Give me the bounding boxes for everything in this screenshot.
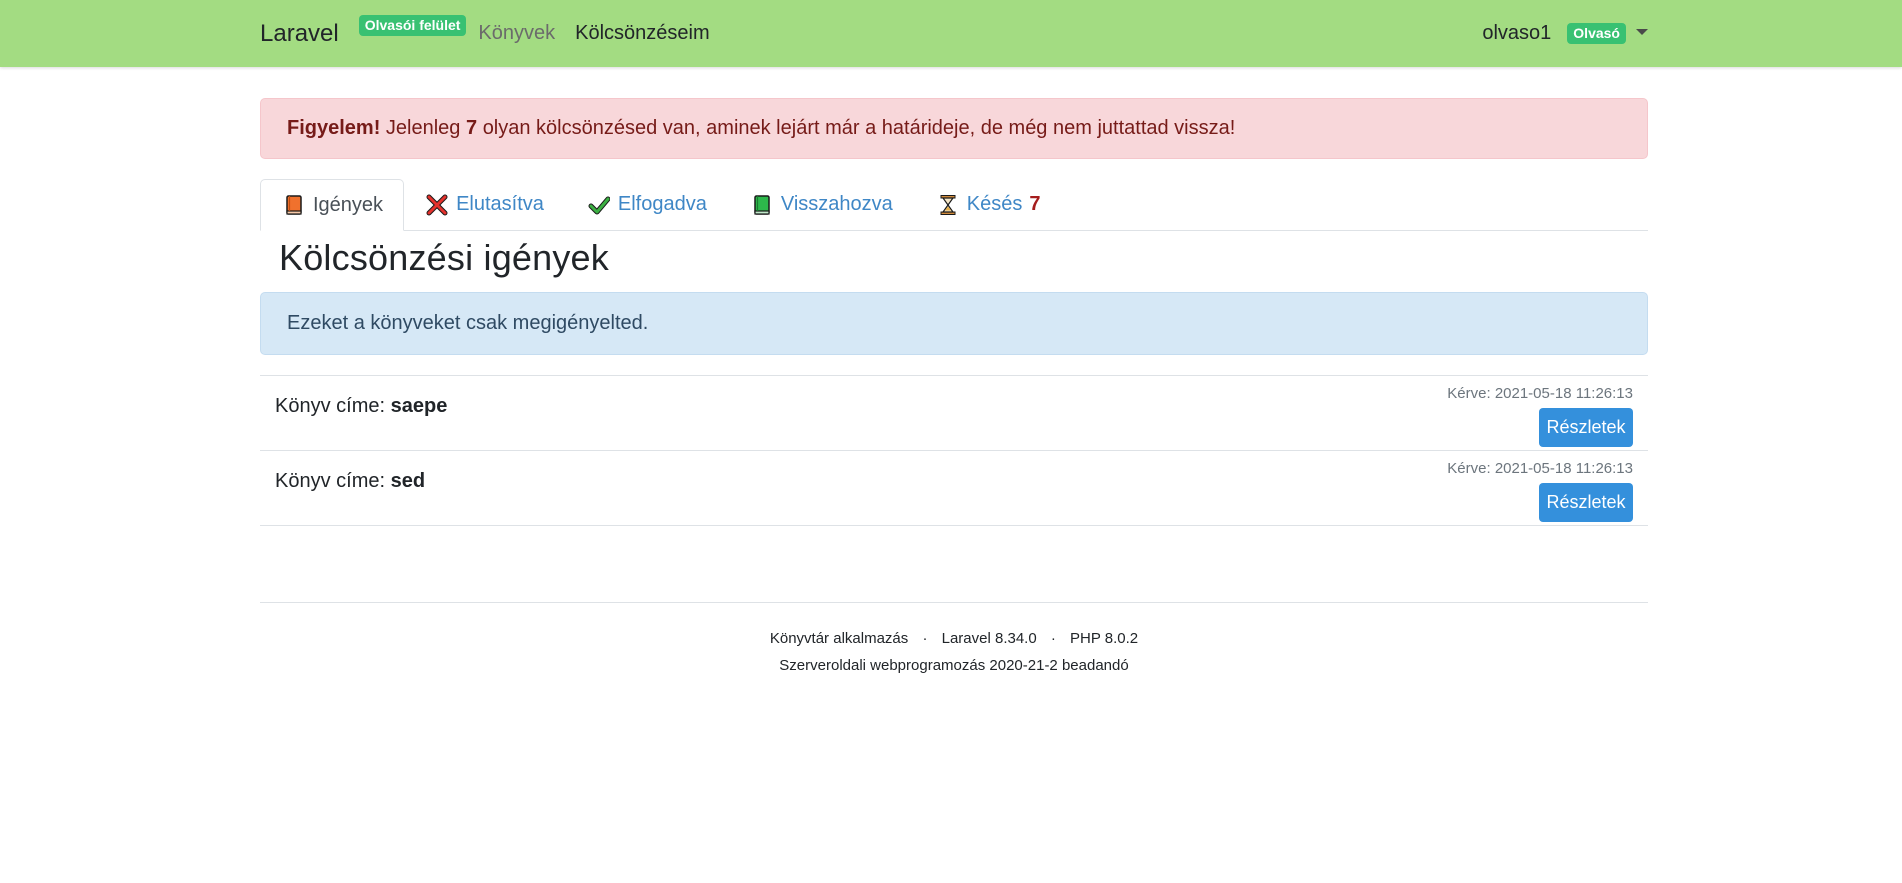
info-alert: Ezeket a könyveket csak megigényelted. [260, 292, 1648, 355]
request-list: Könyv címe: saepe Kérve: 2021-05-18 11:2… [260, 375, 1648, 526]
tab-rejected[interactable]: Elutasítva [404, 179, 566, 230]
page-title: Kölcsönzési igények [279, 237, 609, 278]
overdue-alert-text: Figyelem! Jelenleg 7 olyan kölcsönzésed … [287, 117, 1235, 140]
orange-book-icon [286, 195, 302, 215]
book-title-value: saepe [390, 395, 448, 417]
footer-separator: · [922, 630, 928, 647]
hourglass-icon [940, 194, 956, 215]
footer-separator: · [1050, 630, 1056, 647]
dropdown-caret-icon[interactable] [1636, 28, 1648, 35]
navbar: Laravel Olvasói felület Könyvek Kölcsönz… [0, 0, 1902, 67]
book-title: Könyv címe: sed [275, 470, 425, 493]
book-title: Könyv címe: saepe [275, 395, 447, 418]
username[interactable]: olvaso1 [1482, 22, 1551, 45]
status-tabs: Igények Elutasítva Elfogadva Visszahozva… [260, 179, 1648, 231]
alert-strong: Figyelem! [287, 117, 381, 139]
user-menu[interactable]: olvaso1 Olvasó [1482, 22, 1648, 45]
list-item: Könyv címe: saepe Kérve: 2021-05-18 11:2… [260, 376, 1648, 451]
tab-returned[interactable]: Visszahozva [729, 179, 915, 230]
tab-requests-label: Igények [313, 193, 384, 216]
main-container: Figyelem! Jelenleg 7 olyan kölcsönzésed … [260, 67, 1648, 674]
requested-date: Kérve: 2021-05-18 11:26:13 [1447, 385, 1633, 402]
tab-requests[interactable]: Igények [260, 179, 405, 231]
reader-interface-badge: Olvasói felület [358, 14, 467, 37]
tab-rejected-label: Elutasítva [456, 193, 544, 215]
footer-course: Szerveroldali webprogramozás 2020-21-2 b… [779, 657, 1129, 674]
details-button[interactable]: Részletek [1539, 408, 1633, 447]
details-button[interactable]: Részletek [1539, 483, 1633, 522]
navbar-inner: Laravel Olvasói felület Könyvek Kölcsönz… [260, 0, 1648, 67]
tab-late-label: Késés [966, 193, 1023, 215]
nav-link-my-borrowings[interactable]: Kölcsönzéseim [575, 22, 710, 45]
overdue-alert: Figyelem! Jelenleg 7 olyan kölcsönzésed … [260, 98, 1648, 159]
footer-laravel-version: Laravel 8.34.0 [941, 630, 1037, 647]
requested-date: Kérve: 2021-05-18 11:26:13 [1447, 460, 1633, 477]
tab-accepted[interactable]: Elfogadva [566, 179, 729, 230]
alert-count: 7 [466, 117, 478, 139]
green-check-icon [588, 196, 610, 214]
book-title-label: Könyv címe: [275, 395, 386, 417]
footer-php-version: PHP 8.0.2 [1070, 630, 1139, 647]
list-item: Könyv címe: sed Kérve: 2021-05-18 11:26:… [260, 451, 1648, 526]
book-title-value: sed [390, 470, 426, 492]
footer-app: Könyvtár alkalmazás [769, 630, 909, 647]
alert-text-before: Jelenleg [385, 117, 461, 139]
nav-link-books[interactable]: Könyvek [478, 22, 555, 45]
tab-accepted-label: Elfogadva [617, 193, 707, 215]
alert-text-after: olyan kölcsönzésed van, aminek lejárt má… [482, 117, 1236, 139]
red-x-icon [426, 194, 448, 215]
tab-returned-label: Visszahozva [780, 193, 893, 215]
footer: Könyvtár alkalmazás · Laravel 8.34.0 · P… [260, 602, 1648, 674]
footer-versions: Könyvtár alkalmazás · Laravel 8.34.0 · P… [260, 630, 1648, 647]
green-book-icon [754, 194, 770, 215]
role-badge: Olvasó [1567, 22, 1626, 45]
tab-late-count: 7 [1029, 193, 1041, 215]
brand-link[interactable]: Laravel [260, 20, 339, 48]
tab-late[interactable]: Késés 7 [915, 179, 1063, 230]
book-title-label: Könyv címe: [275, 470, 386, 492]
